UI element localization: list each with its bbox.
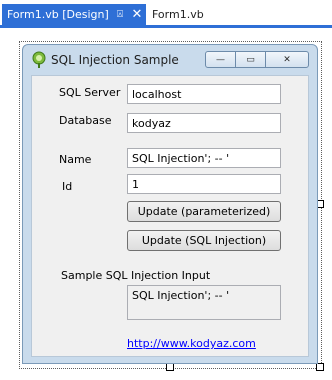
form-title: SQL Injection Sample: [51, 53, 179, 67]
form-titlebar: SQL Injection Sample — ▭ ✕: [23, 45, 317, 75]
name-input[interactable]: SQL Injection'; -- ': [127, 148, 281, 168]
id-input[interactable]: 1: [127, 174, 281, 194]
server-label: SQL Server: [59, 86, 121, 99]
pin-icon[interactable]: ⍓: [113, 7, 127, 21]
tab-form1-design-label: Form1.vb [Design]: [7, 8, 109, 21]
tab-form1-code[interactable]: Form1.vb: [152, 4, 204, 25]
form-window: SQL Injection Sample — ▭ ✕ SQL Server lo…: [22, 44, 318, 364]
minimize-button[interactable]: —: [205, 51, 236, 68]
name-label: Name: [59, 153, 92, 166]
close-tab-icon[interactable]: ✕: [130, 7, 144, 22]
server-input[interactable]: localhost: [127, 84, 281, 104]
update-parameterized-button[interactable]: Update (parameterized): [127, 201, 281, 222]
maximize-button[interactable]: ▭: [235, 51, 266, 68]
database-label: Database: [59, 114, 112, 127]
database-input[interactable]: kodyaz: [127, 113, 281, 133]
close-button[interactable]: ✕: [265, 51, 309, 68]
minimize-icon: —: [216, 54, 225, 65]
kodyaz-link[interactable]: http://www.kodyaz.com: [127, 337, 256, 350]
sample-label: Sample SQL Injection Input: [61, 269, 211, 282]
resize-handle-corner[interactable]: [316, 363, 324, 371]
update-sql-injection-button[interactable]: Update (SQL Injection): [127, 230, 281, 251]
resize-handle-bottom[interactable]: [166, 363, 174, 371]
sample-injection-textbox[interactable]: SQL Injection'; -- ': [127, 285, 281, 320]
document-tab-strip: Form1.vb [Design] ⍓ ✕ Form1.vb: [0, 0, 332, 25]
window-controls: — ▭ ✕: [205, 51, 309, 68]
form-client-area: SQL Server localhost Database kodyaz Nam…: [31, 75, 309, 357]
tab-form1-code-label: Form1.vb: [152, 8, 204, 21]
id-label: Id: [62, 180, 73, 193]
tab-form1-design[interactable]: Form1.vb [Design] ⍓ ✕: [2, 4, 146, 25]
maximize-icon: ▭: [246, 54, 255, 65]
app-icon: [32, 51, 46, 68]
close-icon: ✕: [283, 54, 291, 65]
